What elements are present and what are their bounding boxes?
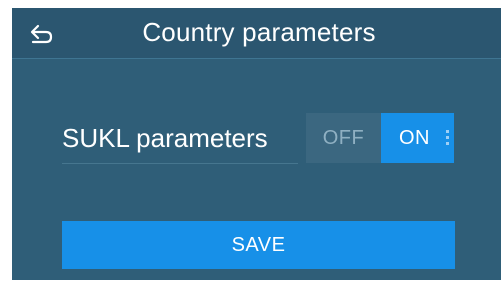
save-button[interactable]: SAVE bbox=[62, 221, 455, 269]
setting-row-sukl: SUKL parameters OFF ON bbox=[62, 113, 457, 165]
toggle-on-label: ON bbox=[399, 127, 430, 149]
toggle-on-option[interactable]: ON bbox=[381, 113, 454, 163]
screen: Country parameters SUKL parameters OFF O… bbox=[12, 8, 501, 280]
drag-handle-icon bbox=[446, 130, 449, 146]
toggle-off-option[interactable]: OFF bbox=[306, 113, 381, 163]
setting-divider bbox=[62, 163, 298, 164]
page-title: Country parameters bbox=[142, 17, 376, 47]
header-bar: Country parameters bbox=[12, 8, 501, 59]
setting-label: SUKL parameters bbox=[62, 123, 268, 153]
on-off-toggle[interactable]: OFF ON bbox=[306, 113, 454, 163]
